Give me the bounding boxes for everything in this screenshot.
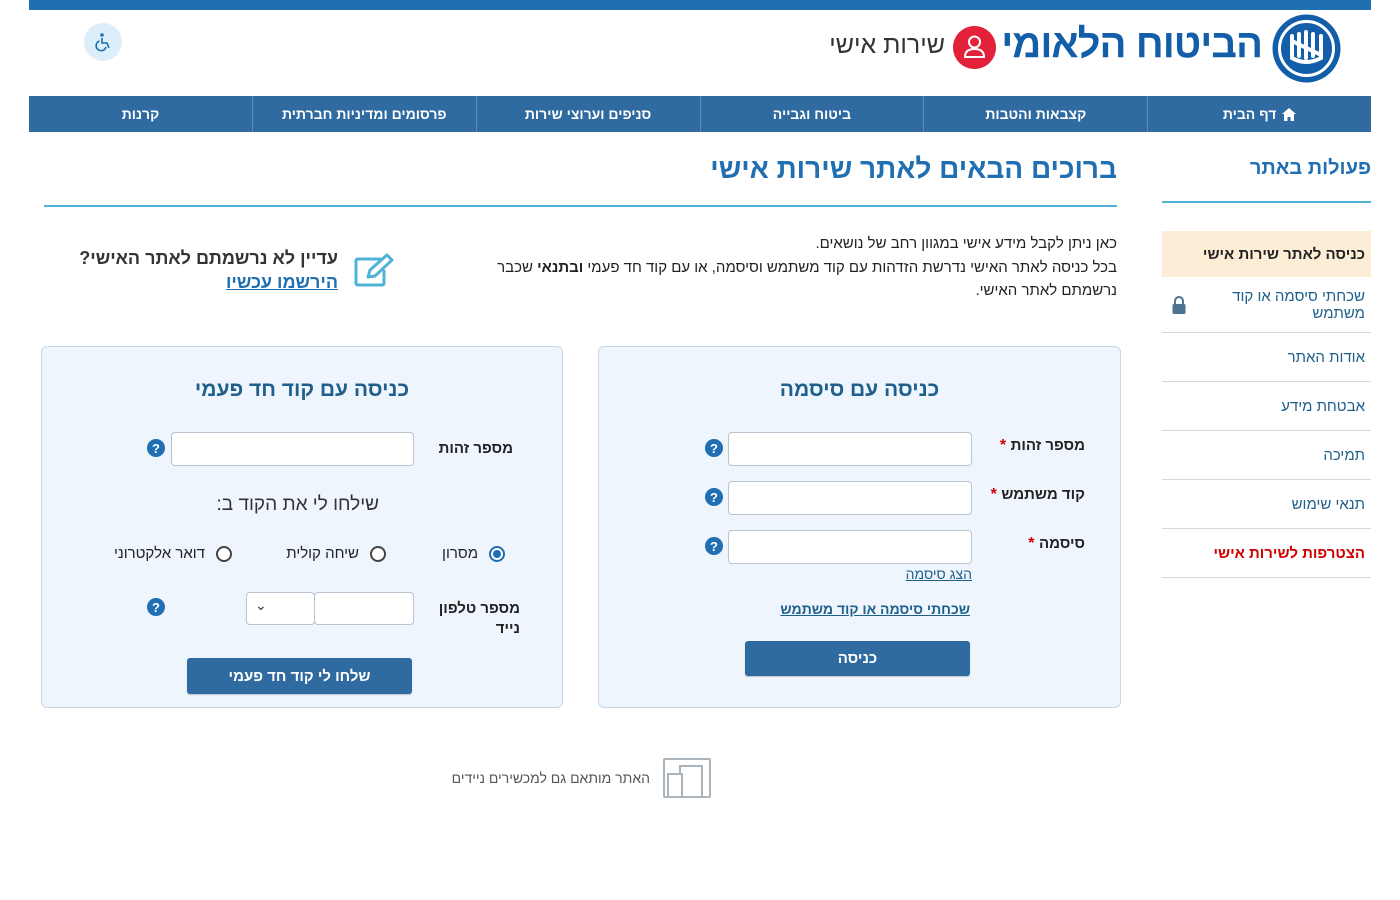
sidebar-item-login[interactable]: כניסה לאתר שירות אישי	[1162, 231, 1371, 277]
sidebar-item-label: תמיכה	[1323, 446, 1365, 464]
show-password-link[interactable]: הצג סיסמה	[870, 566, 972, 582]
radio-voice-call-label[interactable]: שיחה קולית	[270, 545, 359, 562]
sidebar-item-label: הצטרפות לשירות אישי	[1213, 544, 1365, 562]
title-divider	[44, 205, 1117, 207]
help-icon[interactable]: ?	[147, 439, 165, 457]
send-otp-button[interactable]: שלחו לי קוד חד פעמי	[187, 658, 412, 694]
id-field-label: מספר זהות *	[985, 437, 1085, 455]
sidebar-item-security[interactable]: אבטחת מידע	[1162, 382, 1371, 431]
intro-line-2a: בכל כניסה לאתר האישי נדרשת הזדהות עם קוד…	[583, 258, 1117, 276]
mobile-phone-label-1: מספר טלפון	[438, 600, 520, 617]
nav-item-label: קרנות	[121, 106, 160, 122]
login-button[interactable]: כניסה	[745, 641, 970, 676]
sidebar-item-label: תנאי שימוש	[1291, 495, 1365, 513]
password-label-text: סיסמה	[1038, 535, 1085, 552]
user-code-label-text: קוד משתמש	[1001, 486, 1085, 503]
nav-item-label: דף הבית	[1222, 106, 1277, 122]
sidebar-item-about[interactable]: אודות האתר	[1162, 333, 1371, 382]
otp-id-number-input[interactable]	[171, 432, 414, 466]
sidebar-item-forgot-password[interactable]: שכחתי סיסמה או קוד משתמש	[1162, 277, 1371, 333]
radio-sms-label[interactable]: מסרון	[420, 545, 478, 562]
emblem-icon[interactable]	[1272, 14, 1341, 83]
accessibility-icon	[95, 33, 110, 52]
help-icon[interactable]: ?	[705, 488, 723, 506]
nav-item-label: סניפים וערוצי שירות	[524, 106, 652, 122]
edit-icon	[354, 253, 394, 287]
sidebar-item-label: אודות האתר	[1287, 348, 1365, 366]
radio-voice-call[interactable]	[370, 546, 386, 562]
intro-line-2: בכל כניסה לאתר האישי נדרשת הזדהות עם קוד…	[470, 256, 1117, 303]
radio-email[interactable]	[216, 546, 232, 562]
nav-item-home[interactable]: דף הבית	[1147, 96, 1371, 132]
sidebar-item-label: שכחתי סיסמה או קוד משתמש	[1232, 287, 1365, 322]
nav-item-branches[interactable]: סניפים וערוצי שירות	[475, 96, 700, 132]
sidebar-item-join[interactable]: הצטרפות לשירות אישי	[1162, 529, 1371, 578]
phone-number-input[interactable]	[314, 592, 414, 625]
mobile-devices-icon	[663, 758, 711, 798]
page-title: ברוכים הבאים לאתר שירות אישי	[710, 153, 1117, 184]
sidebar-item-support[interactable]: תמיכה	[1162, 431, 1371, 480]
forgot-password-link[interactable]: שכחתי סיסמה או קוד משתמש	[740, 601, 970, 617]
personal-service-label: שירות אישי	[829, 31, 945, 59]
main-nav: דף הבית קצבאות והטבות ביטוח וגבייה סניפי…	[29, 96, 1371, 132]
sidebar-menu: כניסה לאתר שירות אישי שכחתי סיסמה או קוד…	[1162, 231, 1371, 578]
nav-item-label: קצבאות והטבות	[985, 106, 1087, 122]
mobile-friendly-note: האתר מותאם גם למכשירים ניידים	[451, 770, 650, 786]
intro-text: כאן ניתן לקבל מידע אישי במגוון רחב של נו…	[470, 232, 1117, 303]
intro-line-1: כאן ניתן לקבל מידע אישי במגוון רחב של נו…	[815, 235, 1117, 252]
sidebar-item-terms[interactable]: תנאי שימוש	[1162, 480, 1371, 529]
id-number-input[interactable]	[728, 432, 972, 466]
password-login-title: כניסה עם סיסמה	[779, 378, 940, 401]
top-accent-bar	[29, 0, 1371, 10]
mobile-phone-label-2: נייד	[495, 620, 520, 637]
home-icon	[1282, 107, 1297, 121]
user-icon	[953, 26, 996, 69]
sidebar-divider	[1162, 201, 1371, 203]
send-code-label: שילחו לי את הקוד ב:	[216, 494, 379, 515]
otp-id-label: מספר זהות	[438, 440, 513, 457]
radio-dot	[493, 550, 501, 558]
radio-sms[interactable]	[489, 546, 505, 562]
required-mark: *	[999, 437, 1007, 454]
chevron-down-icon: ⌄	[255, 597, 267, 613]
logo-text[interactable]: הביטוח הלאומי	[1001, 22, 1263, 67]
phone-prefix-select[interactable]: ⌄	[246, 592, 315, 625]
required-mark: *	[990, 486, 997, 503]
otp-login-title: כניסה עם קוד חד פעמי	[194, 378, 410, 401]
id-label-text: מספר זהות	[1010, 437, 1085, 454]
nav-item-funds[interactable]: קרנות	[29, 96, 252, 132]
user-code-field-label: קוד משתמש *	[985, 486, 1085, 504]
user-code-input[interactable]	[728, 481, 972, 515]
accessibility-button[interactable]	[84, 23, 122, 61]
required-mark: *	[1028, 535, 1035, 552]
help-icon[interactable]: ?	[147, 598, 165, 616]
intro-line-2-bold: ובתנאי	[537, 258, 584, 276]
nav-item-label: פרסומים ומדיניות חברתית	[282, 106, 447, 122]
sidebar-title: פעולות באתר	[1249, 157, 1371, 179]
nav-item-label: ביטוח וגבייה	[772, 106, 852, 122]
radio-email-label[interactable]: דואר אלקטרוני	[100, 545, 205, 562]
password-field-label: סיסמה *	[985, 535, 1085, 553]
help-icon[interactable]: ?	[705, 537, 723, 555]
mobile-phone-label: מספר טלפון נייד	[420, 599, 520, 639]
lock-icon	[1172, 295, 1186, 314]
sidebar-item-label: כניסה לאתר שירות אישי	[1202, 245, 1365, 263]
register-question: עדיין לא נרשמתם לאתר האישי?	[79, 248, 338, 268]
help-icon[interactable]: ?	[705, 439, 723, 457]
nav-item-benefits[interactable]: קצבאות והטבות	[923, 96, 1147, 132]
nav-item-insurance[interactable]: ביטוח וגבייה	[699, 96, 924, 132]
password-input[interactable]	[728, 530, 972, 564]
register-link[interactable]: הירשמו עכשיו	[150, 272, 338, 293]
nav-item-publications[interactable]: פרסומים ומדיניות חברתית	[251, 96, 476, 132]
sidebar-item-label: אבטחת מידע	[1281, 397, 1365, 415]
